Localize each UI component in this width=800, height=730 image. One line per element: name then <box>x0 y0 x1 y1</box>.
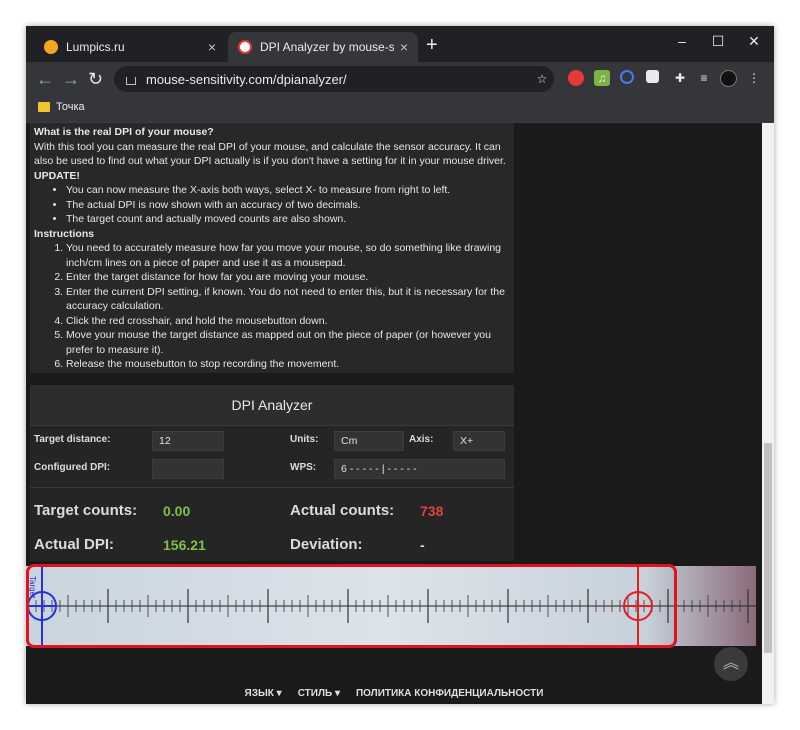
extension-red-icon[interactable] <box>568 70 584 86</box>
close-tab-icon[interactable]: × <box>208 39 216 55</box>
page-content: What is the real DPI of your mouse? With… <box>26 123 774 704</box>
bookmark-label: Точка <box>56 101 85 113</box>
dpi-analyzer-panel: DPI Analyzer Target distance: 12 Units: … <box>30 385 514 561</box>
language-menu[interactable]: ЯЗЫК ▾ <box>245 688 282 699</box>
lock-icon <box>126 77 136 85</box>
target-counts-label: Target counts: <box>34 502 138 519</box>
extension-music-icon[interactable]: ♫ <box>594 70 610 86</box>
tab-title: DPI Analyzer by mouse-sensitivit <box>260 40 394 54</box>
actual-counts-label: Actual counts: <box>290 502 395 519</box>
address-bar[interactable]: mouse-sensitivity.com/dpianalyzer/ <box>114 66 554 92</box>
avatar[interactable] <box>720 70 737 87</box>
list-item: You can now measure the X-axis both ways… <box>66 183 510 198</box>
close-window-button[interactable]: ✕ <box>734 26 774 56</box>
axis-select[interactable]: X+ <box>453 431 505 451</box>
reload-icon[interactable]: ↻ <box>88 68 103 90</box>
list-item: Release the mousebutton to stop recordin… <box>66 357 510 372</box>
units-select[interactable]: Cm <box>334 431 404 451</box>
wps-input[interactable]: 6 - - - - - | - - - - - <box>334 459 505 479</box>
style-menu[interactable]: СТИЛЬ ▾ <box>298 688 340 699</box>
menu-dots-icon[interactable]: ⋮ <box>746 70 762 86</box>
axis-label: Axis: <box>409 434 434 445</box>
bookmarks-bar: Точка <box>26 96 774 123</box>
update-list: You can now measure the X-axis both ways… <box>34 183 510 227</box>
instructions-list: You need to accurately measure how far y… <box>34 241 510 372</box>
units-label: Units: <box>290 434 319 445</box>
bookmark-folder[interactable]: Точка <box>38 101 85 113</box>
new-tab-button[interactable]: + <box>426 34 438 56</box>
bookmark-star-icon[interactable]: ☆ <box>534 71 550 87</box>
actual-dpi-label: Actual DPI: <box>34 536 115 553</box>
divider <box>30 487 514 488</box>
instructions-heading: Instructions <box>34 227 95 240</box>
list-item: Move your mouse the target distance as m… <box>66 328 510 357</box>
extension-box-icon[interactable] <box>646 70 659 83</box>
minimize-button[interactable]: – <box>662 26 702 56</box>
info-heading: What is the real DPI of your mouse? <box>34 126 214 138</box>
footer-nav: ЯЗЫК ▾ СТИЛЬ ▾ ПОЛИТИКА КОНФИДЕНЦИАЛЬНОС… <box>26 683 762 704</box>
configured-dpi-input[interactable] <box>152 459 224 479</box>
privacy-policy-link[interactable]: ПОЛИТИКА КОНФИДЕНЦИАЛЬНОСТИ <box>356 688 543 699</box>
close-tab-icon[interactable]: × <box>400 39 408 55</box>
info-intro: With this tool you can measure the real … <box>34 140 506 168</box>
tab-lumpics[interactable]: Lumpics.ru × <box>34 32 226 62</box>
list-item: Enter the current DPI setting, if known.… <box>66 285 510 314</box>
wps-label: WPS: <box>290 462 317 473</box>
browser-window: Lumpics.ru × DPI Analyzer by mouse-sensi… <box>26 26 774 704</box>
target-distance-input[interactable]: 12 <box>152 431 224 451</box>
maximize-button[interactable]: ☐ <box>698 26 738 56</box>
target-counts-value: 0.00 <box>163 503 191 519</box>
info-panel: What is the real DPI of your mouse? With… <box>30 123 514 373</box>
scroll-to-top-button[interactable]: ︽ <box>714 647 748 681</box>
deviation-label: Deviation: <box>290 536 363 553</box>
list-item: The target count and actually moved coun… <box>66 212 510 227</box>
mouse-sensitivity-favicon-icon <box>238 40 252 54</box>
url-text: mouse-sensitivity.com/dpianalyzer/ <box>146 71 347 87</box>
folder-icon <box>38 102 50 112</box>
tab-title: Lumpics.ru <box>66 40 125 54</box>
actual-counts-value: 738 <box>420 503 444 519</box>
target-distance-label: Target distance: <box>34 434 111 445</box>
tab-dpi-analyzer[interactable]: DPI Analyzer by mouse-sensitivit × <box>228 32 418 62</box>
analyzer-title: DPI Analyzer <box>30 385 514 426</box>
browser-toolbar: ← → ↻ mouse-sensitivity.com/dpianalyzer/… <box>26 62 774 96</box>
update-heading: UPDATE! <box>34 169 80 182</box>
highlight-frame <box>26 564 677 648</box>
forward-arrow-icon[interactable]: → <box>62 68 80 90</box>
list-item: Enter the target distance for how far yo… <box>66 270 510 285</box>
list-item: Click the red crosshair, and hold the mo… <box>66 314 510 329</box>
back-arrow-icon[interactable]: ← <box>36 68 54 90</box>
puzzle-icon[interactable]: ✚ <box>672 70 688 86</box>
actual-dpi-value: 156.21 <box>163 537 206 553</box>
lumpics-favicon-icon <box>44 40 58 54</box>
tab-strip: Lumpics.ru × DPI Analyzer by mouse-sensi… <box>26 26 774 62</box>
list-item: You need to accurately measure how far y… <box>66 241 510 270</box>
configured-dpi-label: Configured DPI: <box>34 462 111 473</box>
extension-globe-icon[interactable] <box>620 70 634 84</box>
reading-list-icon[interactable]: ≡ <box>696 70 712 86</box>
deviation-value: - <box>420 537 425 553</box>
list-item: The actual DPI is now shown with an accu… <box>66 198 510 213</box>
scrollbar-thumb[interactable] <box>764 443 772 653</box>
